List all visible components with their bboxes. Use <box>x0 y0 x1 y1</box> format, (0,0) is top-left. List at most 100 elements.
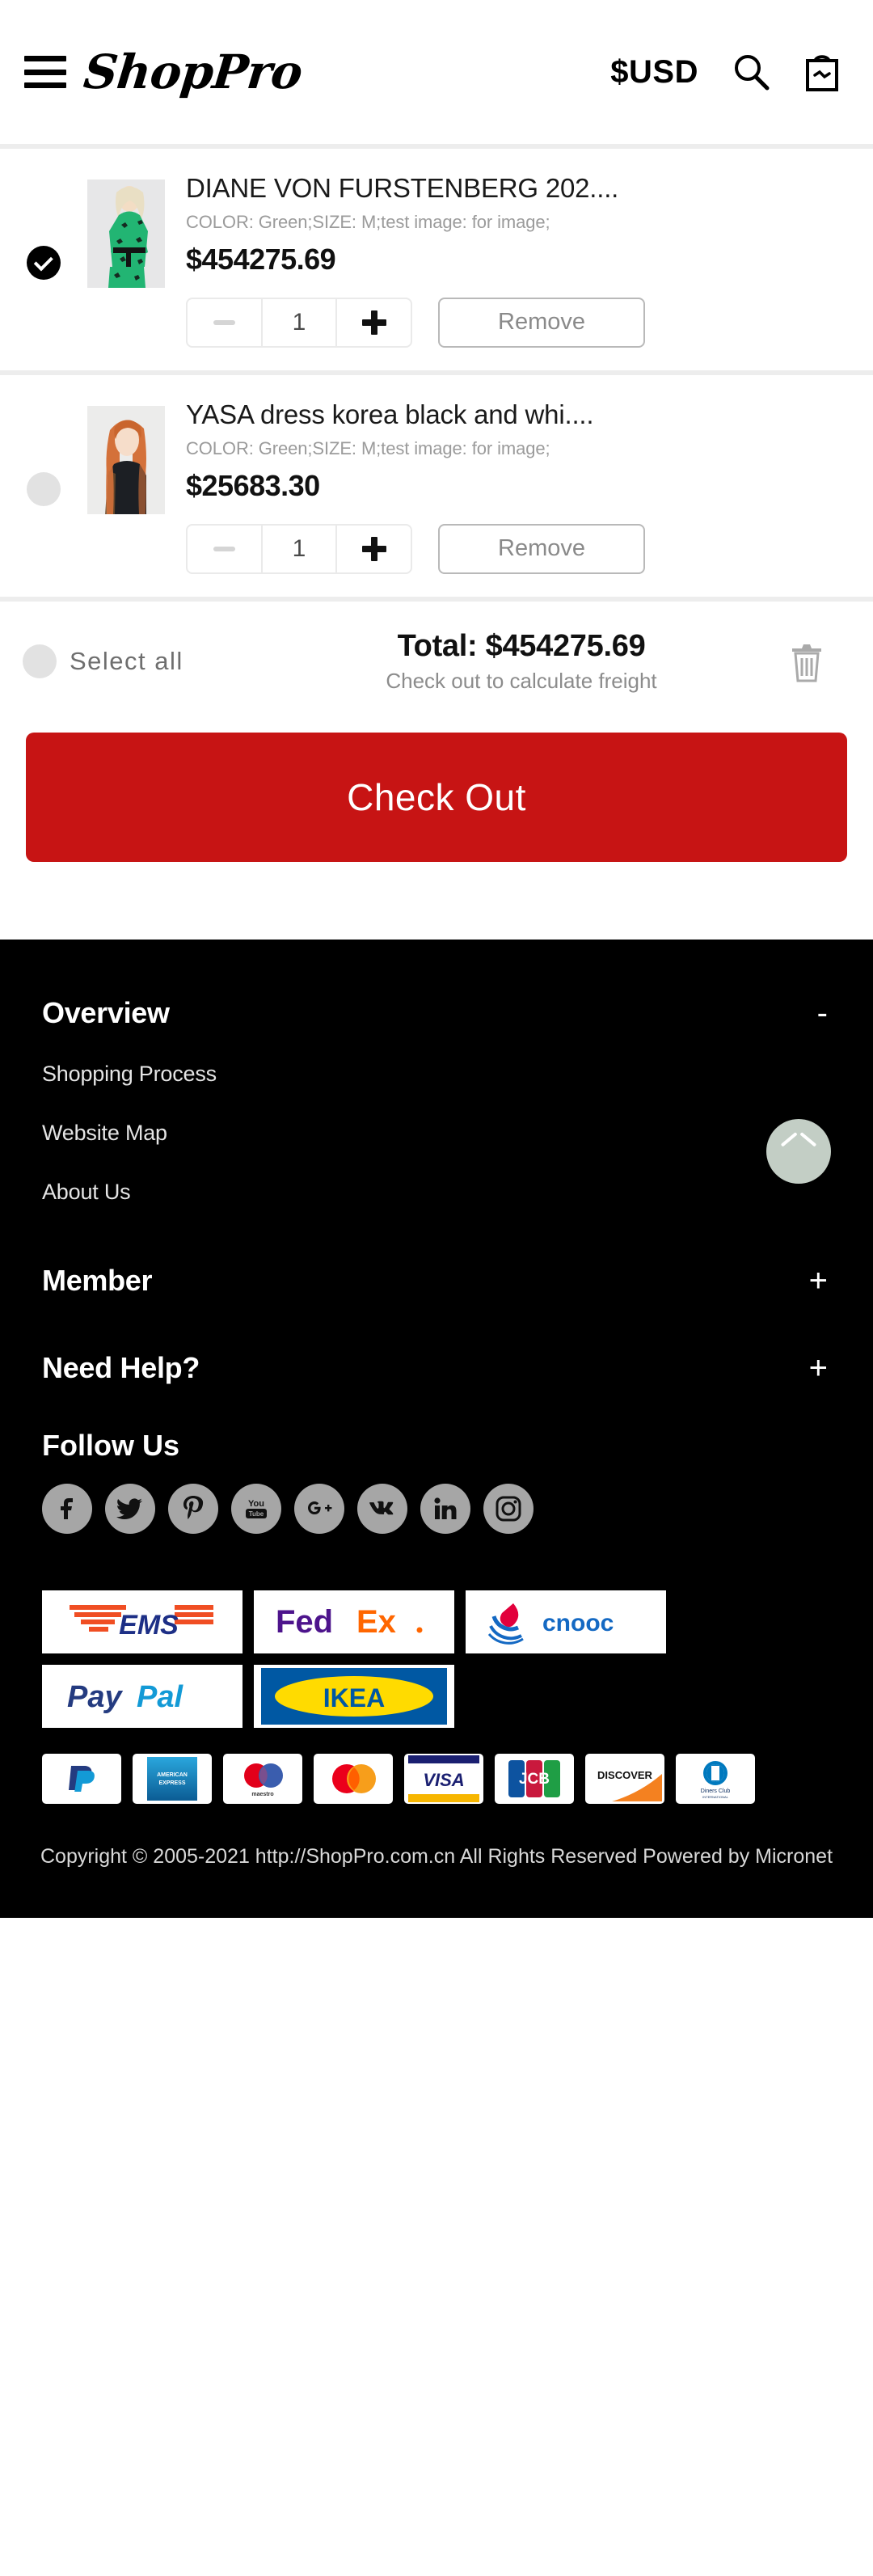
svg-text:Fed: Fed <box>276 1604 333 1640</box>
maestro-card[interactable]: maestro <box>223 1753 302 1804</box>
svg-text:Pay: Pay <box>67 1680 123 1714</box>
quantity-input[interactable]: 1 <box>260 525 338 572</box>
svg-text:INTERNATIONAL: INTERNATIONAL <box>702 1795 728 1799</box>
item-controls: 1 Remove <box>186 523 846 574</box>
svg-text:cnooc: cnooc <box>542 1610 614 1636</box>
paypal-logo[interactable]: Pay Pal <box>42 1664 242 1728</box>
footer-section-member[interactable]: Member + <box>42 1243 831 1312</box>
vk-icon[interactable] <box>357 1483 407 1534</box>
cart-summary-bar: Select all Total: $454275.69 Check out t… <box>0 601 873 718</box>
shopping-bag-icon[interactable] <box>799 49 846 95</box>
minus-icon <box>213 319 235 325</box>
select-all-label: Select all <box>70 646 183 675</box>
delete-selected-button[interactable] <box>768 639 846 684</box>
product-options: COLOR: Green;SIZE: M;test image: for ima… <box>186 437 550 458</box>
product-thumbnail[interactable] <box>87 179 165 288</box>
select-all-control[interactable]: Select all <box>0 644 275 678</box>
footer-section-need-help[interactable]: Need Help? + <box>42 1330 831 1400</box>
footer-section-toggle-icon[interactable]: + <box>809 1265 831 1297</box>
scroll-to-top-button[interactable] <box>766 1118 831 1184</box>
jcb-card[interactable]: JCB <box>495 1753 574 1804</box>
footer-sections: Overview - Shopping Process Website Map … <box>0 975 873 1804</box>
payment-methods-row: AMERICAN EXPRESS maestro VISA JCB DISCOV… <box>42 1753 831 1804</box>
footer-section-title: Overview <box>42 995 170 1029</box>
item-select-wrap <box>0 173 87 280</box>
brand-logo[interactable]: ShopPro <box>81 44 304 99</box>
amex-card[interactable]: AMERICAN EXPRESS <box>133 1753 212 1804</box>
quantity-increase-button[interactable] <box>337 299 411 346</box>
mastercard-card[interactable] <box>314 1753 393 1804</box>
footer-section-title: Need Help? <box>42 1350 200 1384</box>
svg-text:maestro: maestro <box>251 1792 273 1797</box>
site-footer: Overview - Shopping Process Website Map … <box>0 939 873 1918</box>
plus-icon <box>361 536 386 561</box>
svg-text:You: You <box>248 1499 264 1509</box>
search-icon[interactable] <box>728 49 774 95</box>
svg-text:EMS: EMS <box>119 1610 179 1641</box>
product-options: COLOR: Green;SIZE: M;test image: for ima… <box>186 211 550 232</box>
cnooc-logo[interactable]: cnooc <box>466 1590 666 1653</box>
svg-text:Tube: Tube <box>249 1510 264 1518</box>
check-out-button[interactable]: Check Out <box>26 732 847 862</box>
select-all-checkbox[interactable] <box>23 644 57 678</box>
instagram-icon[interactable] <box>483 1483 534 1534</box>
footer-link-shopping-process[interactable]: Shopping Process <box>42 1045 831 1104</box>
copyright-text: Copyright © 2005-2021 http://ShopPro.com… <box>40 1844 833 1868</box>
footer-section-overview[interactable]: Overview - <box>42 975 831 1045</box>
google-plus-icon[interactable] <box>294 1483 344 1534</box>
youtube-icon[interactable]: You Tube <box>231 1483 281 1534</box>
quantity-stepper: 1 <box>186 523 412 574</box>
social-links-row: You Tube <box>42 1483 831 1552</box>
product-title[interactable]: DIANE VON FURSTENBERG 202.... <box>186 173 846 205</box>
remove-button[interactable]: Remove <box>438 297 645 348</box>
footer-section-title: Member <box>42 1263 153 1297</box>
quantity-decrease-button[interactable] <box>188 526 261 572</box>
hamburger-menu-icon[interactable] <box>24 56 66 88</box>
item-checkbox-unselected[interactable] <box>27 471 61 506</box>
quantity-stepper: 1 <box>186 297 412 348</box>
footer-section-toggle-icon[interactable]: + <box>809 1352 831 1384</box>
minus-icon <box>213 546 235 551</box>
twitter-icon[interactable] <box>105 1483 155 1534</box>
quantity-value: 1 <box>292 308 306 336</box>
linkedin-icon[interactable] <box>420 1483 470 1534</box>
checkout-section: Check Out <box>0 717 873 940</box>
partner-logos-grid: EMS Fed Ex cnooc Pay Pal IKEA <box>42 1590 831 1728</box>
discover-card[interactable]: DISCOVER <box>585 1753 664 1804</box>
cart-page: ShopPro $USD DIANE VON FURSTENBERG 202..… <box>0 0 873 2576</box>
item-details: YASA dress korea black and whi.... COLOR… <box>165 399 846 574</box>
footer-section-toggle-icon[interactable]: - <box>817 997 831 1029</box>
svg-text:Pal: Pal <box>137 1680 183 1714</box>
footer-link-website-map[interactable]: Website Map <box>42 1104 831 1163</box>
pinterest-icon[interactable] <box>168 1483 218 1534</box>
facebook-icon[interactable] <box>42 1483 92 1534</box>
quantity-decrease-button[interactable] <box>188 299 261 346</box>
cart-item: YASA dress korea black and whi.... COLOR… <box>0 374 873 597</box>
svg-text:EXPRESS: EXPRESS <box>158 1780 185 1786</box>
ems-logo[interactable]: EMS <box>42 1590 242 1653</box>
fedex-logo[interactable]: Fed Ex <box>254 1590 454 1653</box>
visa-card[interactable]: VISA <box>404 1753 483 1804</box>
product-price: $25683.30 <box>186 468 320 502</box>
product-title[interactable]: YASA dress korea black and whi.... <box>186 399 846 431</box>
item-details: DIANE VON FURSTENBERG 202.... COLOR: Gre… <box>165 173 846 348</box>
svg-text:DISCOVER: DISCOVER <box>597 1769 653 1781</box>
svg-text:AMERICAN: AMERICAN <box>157 1772 188 1778</box>
plus-icon <box>361 310 386 335</box>
quantity-increase-button[interactable] <box>337 526 411 572</box>
paypal-card[interactable] <box>42 1753 121 1804</box>
item-checkbox-selected[interactable] <box>27 246 61 280</box>
item-controls: 1 Remove <box>186 297 846 348</box>
ikea-logo[interactable]: IKEA <box>254 1664 454 1728</box>
remove-button[interactable]: Remove <box>438 523 645 574</box>
svg-text:VISA: VISA <box>423 1770 464 1790</box>
svg-text:Ex: Ex <box>356 1604 396 1640</box>
footer-link-about-us[interactable]: About Us <box>42 1163 831 1222</box>
currency-selector[interactable]: $USD <box>610 54 698 91</box>
product-price: $454275.69 <box>186 242 336 276</box>
totals-block: Total: $454275.69 Check out to calculate… <box>275 629 768 694</box>
diners-club-card[interactable]: Diners Club INTERNATIONAL <box>676 1753 755 1804</box>
product-thumbnail[interactable] <box>87 405 165 514</box>
quantity-input[interactable]: 1 <box>260 298 338 346</box>
trash-can-icon <box>792 644 821 682</box>
